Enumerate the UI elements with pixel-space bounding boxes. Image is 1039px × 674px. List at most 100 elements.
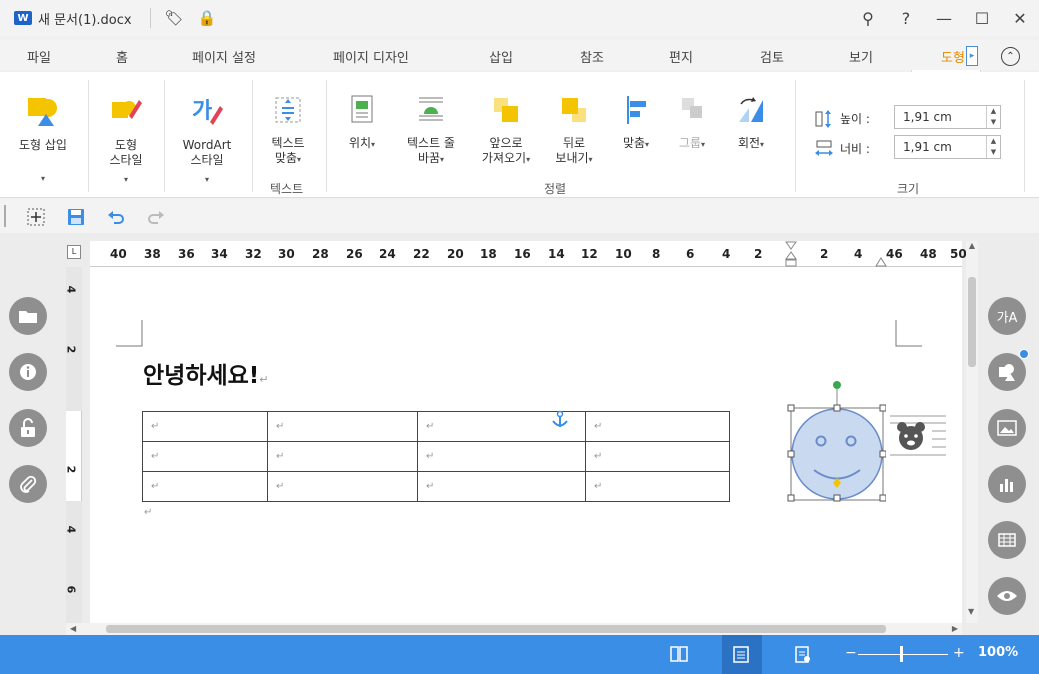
tab-insert[interactable]: 삽입 <box>489 47 513 66</box>
bring-forward-button[interactable]: 앞으로 가져오기▾ <box>472 94 540 167</box>
width-value: 1,91 cm <box>903 140 952 154</box>
shape-icon[interactable] <box>988 353 1026 391</box>
table-cell[interactable]: ↵ <box>142 471 268 502</box>
chevron-down-icon: ▾ <box>123 175 128 184</box>
minimize-button[interactable]: — <box>925 0 963 36</box>
width-spinner[interactable]: ▲ ▼ <box>986 136 1000 158</box>
table-cell[interactable]: ↵ <box>267 411 418 442</box>
tab-scroll-right-icon[interactable]: ▸ <box>966 46 978 66</box>
tab-home[interactable]: 홈 <box>116 47 128 66</box>
rotate-button[interactable]: 회전▾ <box>726 94 776 152</box>
shape-style-label-2: 스타일 <box>109 153 143 167</box>
group-label: 그룹 <box>678 136 702 150</box>
table-cell[interactable]: ↵ <box>142 441 268 472</box>
text-wrap-button[interactable]: 텍스트 줄 바꿈▾ <box>396 94 466 167</box>
ribbon-collapse-button[interactable]: ⌃ <box>1001 47 1020 66</box>
height-field[interactable]: 1,91 cm ▲ ▼ <box>894 105 1001 129</box>
maximize-button[interactable]: ☐ <box>963 0 1001 36</box>
vertical-ruler[interactable]: 4 2 2 4 6 <box>64 267 82 623</box>
scroll-down-icon[interactable]: ▼ <box>968 607 974 616</box>
read-mode-icon[interactable] <box>670 646 688 662</box>
tab-review[interactable]: 검토 <box>760 47 784 66</box>
text-wrap-icon <box>419 97 443 121</box>
width-field[interactable]: 1,91 cm ▲ ▼ <box>894 135 1001 159</box>
document-heading[interactable]: 안녕하세요!↵ <box>143 356 269 390</box>
save-icon[interactable] <box>66 207 86 227</box>
layout-options-icon[interactable] <box>888 413 948 463</box>
undo-icon[interactable] <box>106 207 126 227</box>
print-layout-icon[interactable] <box>733 646 749 663</box>
scroll-right-icon[interactable]: ▶ <box>952 624 958 633</box>
tab-view[interactable]: 보기 <box>849 47 873 66</box>
height-spinner[interactable]: ▲ ▼ <box>986 106 1000 128</box>
scroll-left-icon[interactable]: ◀ <box>70 624 76 633</box>
horizontal-scroll-thumb[interactable] <box>106 625 886 633</box>
position-button[interactable]: 위치▾ <box>340 94 384 152</box>
chart-icon[interactable] <box>988 465 1026 503</box>
new-document-icon[interactable] <box>26 207 46 227</box>
table-cell[interactable]: ↵ <box>585 441 730 472</box>
table-cell[interactable]: ↵ <box>417 441 586 472</box>
horizontal-ruler[interactable]: 40 38 36 34 32 30 28 26 24 22 20 18 16 1… <box>90 241 967 267</box>
ribbon-divider <box>88 80 89 192</box>
attachment-icon[interactable] <box>9 465 47 503</box>
tab-shape[interactable]: 도형 <box>941 47 965 66</box>
table-cell[interactable]: ↵ <box>417 471 586 502</box>
vertical-scroll-thumb[interactable] <box>968 277 976 367</box>
height-icon <box>815 110 831 128</box>
group-button[interactable]: 그룹▾ <box>670 94 714 152</box>
align-button[interactable]: 맞춤▾ <box>614 94 658 152</box>
zoom-slider-thumb[interactable] <box>900 646 903 662</box>
text-wrap-label-2: 바꿈 <box>417 151 441 165</box>
group-icon <box>682 98 702 118</box>
ruler-tick: 48 <box>920 247 937 261</box>
text-style-icon[interactable]: 가A <box>988 297 1026 335</box>
tab-mailings[interactable]: 편지 <box>669 47 693 66</box>
document-table[interactable]: ↵ ↵ ↵ ↵ ↵ ↵ ↵ ↵ ↵ ↵ ↵ ↵ <box>142 411 730 502</box>
tag-icon[interactable]: 🏷 <box>165 9 184 27</box>
wordart-style-button[interactable]: 가 WordArt 스타일 ▾ <box>174 94 240 187</box>
table-cell[interactable]: ↵ <box>585 471 730 502</box>
tab-file[interactable]: 파일 <box>27 47 51 66</box>
zoom-in-button[interactable]: + <box>953 645 965 661</box>
horizontal-scrollbar[interactable]: ◀ ▶ <box>66 623 962 635</box>
vertical-scrollbar[interactable]: ▼ <box>966 267 978 623</box>
window-controls: ⚲ ? — ☐ ✕ <box>849 0 1039 36</box>
unlock-icon[interactable] <box>9 409 47 447</box>
shape-style-button[interactable]: 도형 스타일 ▾ <box>100 94 152 187</box>
folder-icon[interactable] <box>9 297 47 335</box>
zoom-level[interactable]: 100% <box>978 645 1018 660</box>
redo-icon[interactable] <box>146 207 166 227</box>
close-button[interactable]: ✕ <box>1001 0 1039 36</box>
table-cell[interactable]: ↵ <box>267 441 418 472</box>
info-icon[interactable] <box>9 353 47 391</box>
zoom-slider[interactable] <box>858 654 948 655</box>
zoom-out-button[interactable]: − <box>845 645 857 661</box>
help-button[interactable]: ? <box>887 0 925 36</box>
tab-page-design[interactable]: 페이지 디자인 <box>333 47 409 66</box>
scroll-up-icon[interactable]: ▲ <box>966 241 978 267</box>
view-icon[interactable] <box>988 577 1026 615</box>
table-cell[interactable]: ↵ <box>585 411 730 442</box>
insert-shape-button[interactable]: 도형 삽입 ▾ <box>12 94 74 186</box>
send-backward-button[interactable]: 뒤로 보내기▾ <box>546 94 602 167</box>
tab-stop-selector[interactable]: L <box>67 245 81 259</box>
table-cell[interactable]: ↵ <box>267 471 418 502</box>
table-icon[interactable] <box>988 521 1026 559</box>
tab-page-setup[interactable]: 페이지 설정 <box>192 47 256 66</box>
anchor-icon[interactable] <box>550 410 570 430</box>
indent-marker-icon[interactable] <box>784 241 798 267</box>
right-indent-marker-icon[interactable] <box>874 255 888 267</box>
image-icon[interactable] <box>988 409 1026 447</box>
pin-icon[interactable]: ⚲ <box>849 0 887 36</box>
text-fit-button[interactable]: 텍스트 맞춤▾ <box>262 94 314 167</box>
tab-references[interactable]: 참조 <box>580 47 604 66</box>
document-page[interactable]: 안녕하세요!↵ ↵ ↵ ↵ ↵ ↵ ↵ ↵ ↵ ↵ ↵ ↵ ↵ ↵ <box>90 267 962 625</box>
lock-icon[interactable]: 🔒 <box>198 9 217 27</box>
selected-shape[interactable] <box>784 377 886 503</box>
ruler-tick: 16 <box>514 247 531 261</box>
web-layout-icon[interactable] <box>795 646 811 663</box>
table-cell[interactable]: ↵ <box>142 411 268 442</box>
height-value: 1,91 cm <box>903 110 952 124</box>
align-icon <box>627 96 646 124</box>
